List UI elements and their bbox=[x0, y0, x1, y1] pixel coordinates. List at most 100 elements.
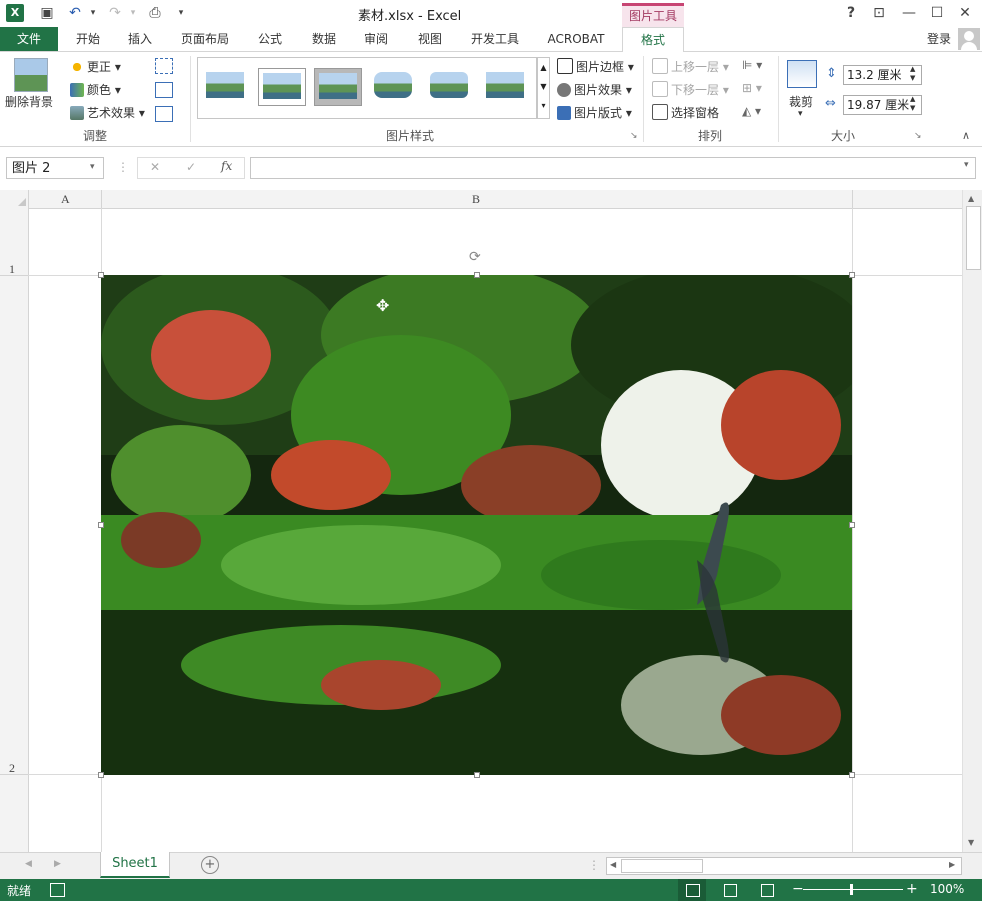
zoom-slider[interactable] bbox=[803, 889, 903, 890]
zoom-in-icon[interactable]: + bbox=[906, 881, 918, 897]
sheet-prev-icon[interactable]: ◀ bbox=[25, 859, 32, 869]
tab-developer[interactable]: 开发工具 bbox=[462, 27, 528, 51]
corrections-button[interactable]: 更正 bbox=[87, 60, 111, 74]
column-header-a[interactable]: A bbox=[61, 192, 70, 207]
remove-background-button[interactable]: 删除背景 bbox=[5, 93, 53, 110]
customize-qat-icon[interactable]: ▾ bbox=[172, 4, 190, 22]
signin-link[interactable]: 登录 bbox=[922, 27, 956, 51]
resize-handle-top-right[interactable] bbox=[849, 272, 855, 278]
tab-format[interactable]: 格式 bbox=[622, 27, 684, 53]
minimize-button[interactable]: — bbox=[896, 2, 922, 24]
resize-handle-top[interactable] bbox=[474, 272, 480, 278]
crop-button[interactable]: 裁剪 bbox=[789, 93, 813, 110]
gallery-scroll[interactable]: ▲ ▼ ▾ bbox=[537, 57, 550, 119]
ribbon-display-button[interactable]: ⊡ bbox=[866, 2, 892, 24]
picture-layout-button[interactable]: 图片版式 bbox=[574, 106, 622, 120]
resize-handle-left[interactable] bbox=[98, 522, 104, 528]
close-button[interactable]: ✕ bbox=[952, 2, 978, 24]
resize-handle-right[interactable] bbox=[849, 522, 855, 528]
horizontal-scrollbar[interactable]: ◀ ▶ bbox=[606, 857, 962, 875]
normal-view-button[interactable] bbox=[678, 879, 706, 901]
align-icon[interactable]: ⊫ ▾ bbox=[742, 58, 762, 72]
resize-handle-bottom-left[interactable] bbox=[98, 772, 104, 778]
picture-border-button[interactable]: 图片边框 bbox=[576, 60, 624, 74]
vertical-scroll-thumb[interactable] bbox=[966, 206, 981, 270]
avatar-icon[interactable] bbox=[958, 28, 980, 50]
picture-style-2[interactable] bbox=[258, 68, 306, 106]
tab-insert[interactable]: 插入 bbox=[116, 27, 164, 51]
vertical-scrollbar[interactable]: ▲ ▼ bbox=[962, 190, 982, 852]
sheet-next-icon[interactable]: ▶ bbox=[54, 859, 61, 869]
compress-pictures-icon[interactable] bbox=[155, 58, 173, 74]
save-icon[interactable]: ▣ bbox=[38, 4, 56, 22]
picture-styles-gallery[interactable] bbox=[197, 57, 537, 119]
sheet-tab-sheet1[interactable]: Sheet1 bbox=[100, 852, 170, 878]
insert-function-icon[interactable]: fx bbox=[221, 159, 232, 173]
tab-home[interactable]: 开始 bbox=[64, 27, 112, 51]
send-backward-button[interactable]: 下移一层 bbox=[671, 83, 719, 97]
scroll-right-icon[interactable]: ▶ bbox=[949, 860, 955, 869]
tab-formulas[interactable]: 公式 bbox=[246, 27, 294, 51]
size-launcher-icon[interactable]: ↘ bbox=[914, 131, 922, 141]
formula-input[interactable] bbox=[250, 157, 976, 179]
group-icon[interactable]: ⊞ ▾ bbox=[742, 81, 762, 95]
horizontal-scroll-thumb[interactable] bbox=[621, 859, 703, 873]
tab-splitter[interactable]: ⋮ bbox=[588, 858, 600, 872]
zoom-level[interactable]: 100% bbox=[930, 882, 964, 896]
redo-dropdown-icon[interactable]: ▾ bbox=[124, 4, 142, 22]
scroll-down-icon[interactable]: ▼ bbox=[968, 838, 974, 847]
selection-pane-button[interactable]: 选择窗格 bbox=[671, 106, 719, 120]
undo-icon[interactable]: ↶ bbox=[66, 4, 84, 22]
height-spinner[interactable]: ▲ ▼ bbox=[910, 65, 915, 83]
tab-view[interactable]: 视图 bbox=[406, 27, 454, 51]
cancel-icon[interactable]: ✕ bbox=[150, 160, 160, 174]
width-spinner[interactable]: ▲ ▼ bbox=[910, 95, 915, 113]
tab-page-layout[interactable]: 页面布局 bbox=[172, 27, 238, 51]
page-layout-view-icon[interactable] bbox=[724, 884, 737, 897]
garden-pond-picture[interactable] bbox=[101, 275, 852, 775]
macro-record-icon[interactable] bbox=[50, 883, 65, 897]
picture-style-4[interactable] bbox=[370, 68, 416, 104]
help-button[interactable]: ? bbox=[838, 2, 864, 24]
zoom-slider-thumb[interactable] bbox=[850, 884, 853, 895]
reset-picture-icon[interactable] bbox=[155, 106, 173, 122]
picture-style-1[interactable] bbox=[202, 68, 248, 104]
tab-data[interactable]: 数据 bbox=[300, 27, 348, 51]
resize-handle-bottom[interactable] bbox=[474, 772, 480, 778]
collapse-ribbon-icon[interactable]: ∧ bbox=[962, 129, 970, 142]
name-box-dropdown-icon[interactable]: ▾ bbox=[90, 162, 95, 172]
resize-handle-bottom-right[interactable] bbox=[849, 772, 855, 778]
scroll-up-icon[interactable]: ▲ bbox=[968, 194, 974, 203]
resize-handle-top-left[interactable] bbox=[98, 272, 104, 278]
expand-formula-bar-icon[interactable]: ▾ bbox=[964, 160, 969, 170]
tab-review[interactable]: 审阅 bbox=[352, 27, 400, 51]
formula-bar-splitter[interactable]: ⋮ bbox=[117, 160, 129, 174]
add-sheet-icon[interactable]: + bbox=[201, 856, 219, 874]
rotate-handle-icon[interactable]: ⟳ bbox=[469, 249, 481, 265]
tab-acrobat[interactable]: ACROBAT bbox=[538, 27, 614, 51]
page-break-preview-icon[interactable] bbox=[761, 884, 774, 897]
print-preview-icon[interactable]: ⎙ bbox=[146, 4, 164, 22]
scroll-left-icon[interactable]: ◀ bbox=[610, 860, 616, 869]
artistic-effects-button[interactable]: 艺术效果 bbox=[87, 106, 135, 120]
enter-icon[interactable]: ✓ bbox=[186, 160, 196, 174]
column-header-b[interactable]: B bbox=[472, 192, 480, 207]
rotate-icon[interactable]: ◭ ▾ bbox=[742, 104, 761, 118]
picture-style-6[interactable] bbox=[482, 68, 528, 104]
select-all-corner[interactable] bbox=[0, 190, 29, 208]
picture-style-5[interactable] bbox=[426, 68, 472, 104]
styles-launcher-icon[interactable]: ↘ bbox=[630, 131, 638, 141]
crop-dropdown-icon[interactable]: ▾ bbox=[798, 109, 803, 119]
change-picture-icon[interactable] bbox=[155, 82, 173, 98]
zoom-out-icon[interactable]: − bbox=[792, 881, 804, 897]
undo-dropdown-icon[interactable]: ▾ bbox=[84, 4, 102, 22]
redo-icon[interactable]: ↷ bbox=[106, 4, 124, 22]
picture-style-3[interactable] bbox=[314, 68, 362, 106]
crop-icon[interactable] bbox=[787, 60, 817, 88]
maximize-button[interactable]: ☐ bbox=[924, 2, 950, 24]
remove-background-icon[interactable] bbox=[14, 58, 48, 92]
picture-effects-button[interactable]: 图片效果 bbox=[574, 83, 622, 97]
tab-file[interactable]: 文件 bbox=[0, 27, 58, 51]
bring-forward-button[interactable]: 上移一层 bbox=[671, 60, 719, 74]
color-button[interactable]: 颜色 bbox=[87, 83, 111, 97]
